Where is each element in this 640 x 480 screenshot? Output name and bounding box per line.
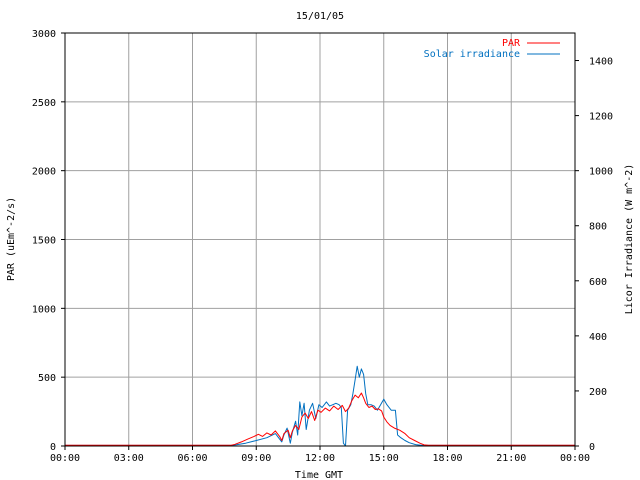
left-tick-label: 2000 — [32, 167, 56, 178]
x-tick-label: 18:00 — [432, 453, 462, 464]
right-tick-label: 1200 — [589, 112, 613, 123]
legend: PARSolar irradiance — [424, 38, 560, 60]
left-tick-label: 0 — [50, 442, 56, 453]
right-axis-label: Licor Irradiance (W m^-2) — [624, 164, 635, 315]
left-tick-label: 3000 — [32, 29, 56, 40]
x-tick-label: 06:00 — [177, 453, 207, 464]
left-tick-label: 1000 — [32, 304, 56, 315]
chart-title: 15/01/05 — [296, 11, 344, 22]
x-tick-label: 09:00 — [241, 453, 271, 464]
x-tick-label: 00:00 — [50, 453, 80, 464]
x-tick-label: 12:00 — [305, 453, 335, 464]
grid — [64, 32, 576, 447]
x-tick-label: 15:00 — [369, 453, 399, 464]
left-tick-label: 2500 — [32, 98, 56, 109]
right-tick-label: 600 — [589, 277, 607, 288]
left-tick-label: 500 — [38, 373, 56, 384]
left-tick-label: 1500 — [32, 236, 56, 247]
legend-label-par: PAR — [502, 38, 521, 49]
x-axis-ticks: 00:00 03:00 06:00 09:00 12:00 15:00 18:00 21:00… — [50, 446, 590, 464]
right-axis-ticks: 0 200 400 600 800 1000 1200 1400 — [575, 57, 613, 453]
x-tick-label: 00:00 — [560, 453, 590, 464]
left-axis-label: PAR (uEm^-2/s) — [6, 197, 17, 281]
right-tick-label: 400 — [589, 332, 607, 343]
x-tick-label: 21:00 — [496, 453, 526, 464]
x-axis-label: Time GMT — [295, 470, 343, 480]
right-tick-label: 800 — [589, 222, 607, 233]
x-tick-label: 03:00 — [114, 453, 144, 464]
right-tick-label: 1400 — [589, 57, 613, 68]
par-irradiance-chart: 15/01/05 00:00 03:00 06:00 09:00 12:00 15:00 1… — [6, 11, 635, 480]
plot-area — [64, 32, 576, 447]
right-tick-label: 0 — [589, 442, 595, 453]
left-axis-ticks: 0 500 1000 1500 2000 2500 3000 — [32, 29, 65, 453]
right-tick-label: 200 — [589, 387, 607, 398]
legend-label-solar-irradiance: Solar irradiance — [424, 49, 520, 60]
right-tick-label: 1000 — [589, 167, 613, 178]
